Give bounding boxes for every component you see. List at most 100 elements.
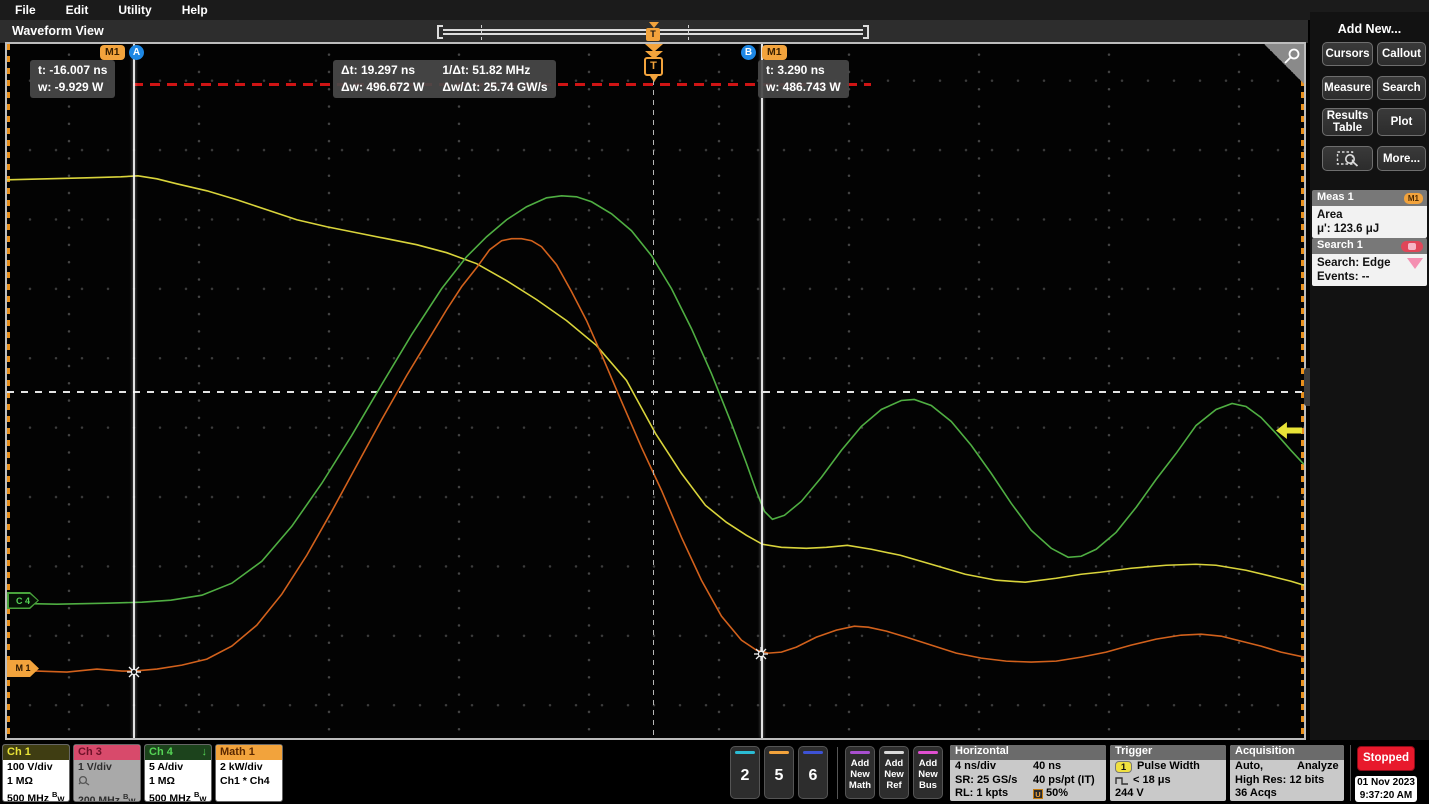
ch4-impedance: 1 MΩ — [149, 775, 207, 789]
waveform-plot[interactable]: T M1 A B M1 t: -16.007 ns w: -9.929 W Δt… — [5, 42, 1306, 740]
magnifier-icon — [1282, 46, 1302, 66]
cursor-delta-readout: Δt: 19.297 ns 1/Δt: 51.82 MHz Δw: 496.67… — [333, 60, 556, 98]
cursor-b-value: w: 486.743 W — [766, 79, 841, 96]
trigger-condition: < 18 μs — [1133, 774, 1171, 788]
search-mark-icon — [1407, 258, 1423, 269]
cursor-b-source-badge[interactable]: M1 — [762, 45, 787, 60]
trigger-level: 244 V — [1110, 787, 1226, 801]
ch1-bandwidth: 500 MHz BW — [7, 788, 65, 802]
ch4-trace[interactable] — [7, 196, 1304, 604]
trigger-source-badge: 1 — [1115, 761, 1132, 773]
cursor-a-source-badge[interactable]: M1 — [100, 45, 125, 60]
trigger-title: Trigger — [1110, 745, 1226, 760]
trigger-position-marker[interactable]: T — [643, 44, 665, 82]
ch3-bandwidth: 200 MHz BW — [78, 790, 136, 802]
menu-item-utility[interactable]: Utility — [118, 3, 151, 17]
time-label: 9:37:20 AM — [1355, 790, 1417, 803]
sample-resolution: 40 ps/pt (IT) — [1033, 774, 1095, 788]
ch3-label: Ch 3 — [74, 745, 140, 760]
math1-label: Math 1 — [216, 745, 282, 760]
acquisition-mode: Auto, — [1235, 760, 1297, 774]
cursor-a-time: t: -16.007 ns — [38, 62, 107, 79]
math1-trace[interactable] — [7, 239, 1304, 672]
minimap-right-bracket — [863, 25, 869, 39]
datetime-display: 01 Nov 2023 9:37:20 AM — [1355, 776, 1417, 802]
bottom-bar: Ch 1 100 V/div 1 MΩ 500 MHz BW Ch 3 1 V/… — [0, 741, 1429, 804]
add-new-header: Add New... — [1310, 22, 1429, 36]
ch6-button[interactable]: 6 — [798, 746, 828, 799]
meas1-value: μ': 123.6 μJ — [1317, 222, 1422, 236]
ch4-zero-label: C 4 — [9, 594, 38, 608]
menu-item-file[interactable]: File — [15, 3, 36, 17]
ch1-scale: 100 V/div — [7, 761, 65, 775]
record-length: RL: 1 kpts — [955, 787, 1033, 801]
waveform-view-tab[interactable]: Waveform View — [12, 24, 104, 38]
search1-title: Search 1 — [1317, 239, 1363, 251]
trigger-position-line — [653, 80, 654, 738]
more-button[interactable]: More... — [1377, 146, 1426, 171]
ch1-impedance: 1 MΩ — [7, 775, 65, 789]
cursor-b-line[interactable] — [761, 44, 763, 738]
zoom-select-button[interactable] — [1322, 146, 1373, 171]
cursors-button[interactable]: Cursors — [1322, 42, 1373, 66]
minimap-trigger-t-badge: T — [646, 28, 660, 41]
math1-badge[interactable]: Math 1 2 kW/div Ch1 * Ch4 — [215, 744, 283, 802]
menu-bar: File Edit Utility Help — [0, 0, 1429, 20]
ch1-badge[interactable]: Ch 1 100 V/div 1 MΩ 500 MHz BW — [2, 744, 70, 802]
acquisition-overview-minimap[interactable]: T — [437, 23, 869, 43]
search1-card[interactable]: Search 1 Search: Edge Events: -- — [1312, 238, 1427, 286]
add-new-bus-button[interactable]: AddNewBus — [913, 746, 943, 799]
run-stop-button[interactable]: Stopped — [1357, 746, 1415, 771]
ch4-bandwidth: 500 MHz BW — [149, 788, 207, 802]
meas1-title: Meas 1 — [1317, 191, 1354, 203]
minimap-trigger-flag[interactable]: T — [646, 24, 661, 41]
callout-button[interactable]: Callout — [1377, 42, 1426, 66]
menu-item-help[interactable]: Help — [182, 3, 208, 17]
ch4-label: Ch 4 — [149, 746, 173, 760]
menu-item-edit[interactable]: Edit — [66, 3, 89, 17]
cursor-b-readout: t: 3.290 ns w: 486.743 W — [758, 60, 849, 98]
zoom-corner-control[interactable] — [1264, 44, 1304, 84]
ch4-badge[interactable]: Ch 4 ↓ 5 A/div 1 MΩ 500 MHz BW — [144, 744, 212, 802]
ch1-label: Ch 1 — [3, 745, 69, 760]
plot-button[interactable]: Plot — [1377, 108, 1426, 136]
date-label: 01 Nov 2023 — [1355, 777, 1417, 790]
trigger-pin-icon — [650, 76, 658, 82]
trigger-t-badge: T — [644, 57, 663, 76]
measure-button[interactable]: Measure — [1322, 76, 1373, 100]
acquisition-analyze: Analyze — [1297, 760, 1339, 774]
cursor-b-waveform-marker — [754, 647, 768, 661]
cursor-b-badge[interactable]: B — [741, 45, 756, 60]
cursor-a-line[interactable] — [133, 44, 135, 738]
inverse-delta-t: 1/Δt: 51.82 MHz — [442, 62, 547, 79]
acquisition-title: Acquisition — [1230, 745, 1344, 760]
cursor-a-value: w: -9.929 W — [38, 79, 107, 96]
ch5-button[interactable]: 5 — [764, 746, 794, 799]
cursor-b-time: t: 3.290 ns — [766, 62, 841, 79]
cursor-a-readout: t: -16.007 ns w: -9.929 W — [30, 60, 115, 98]
acquisition-detail: High Res: 12 bits — [1230, 774, 1344, 788]
acquisition-count: 36 Acqs — [1230, 787, 1344, 801]
divider — [1350, 745, 1351, 801]
delta-t: Δt: 19.297 ns — [341, 62, 424, 79]
ch1-trace[interactable] — [7, 176, 1304, 585]
search-button[interactable]: Search — [1377, 76, 1426, 100]
meas1-card[interactable]: Meas 1 M1 Area μ': 123.6 μJ — [1312, 190, 1427, 238]
minimap-cursor-b-tick — [688, 25, 689, 40]
horizontal-window: 40 ns — [1033, 760, 1061, 774]
cursor-a-badge[interactable]: A — [129, 45, 144, 60]
ch3-badge[interactable]: Ch 3 1 V/div 200 MHz BW — [73, 744, 141, 802]
search1-events: Events: -- — [1317, 270, 1422, 284]
tab-bar: Waveform View T — [0, 20, 1308, 43]
add-new-math-button[interactable]: AddNewMath — [845, 746, 875, 799]
ch4-offset-arrow-icon: ↓ — [202, 746, 208, 760]
horizontal-scale: 4 ns/div — [955, 760, 1033, 774]
ch3-probe-icon — [78, 775, 136, 791]
add-new-ref-button[interactable]: AddNewRef — [879, 746, 909, 799]
horizontal-panel[interactable]: Horizontal 4 ns/div40 ns SR: 25 GS/s40 p… — [950, 745, 1106, 801]
cursor-a-waveform-marker — [127, 665, 141, 679]
results-table-button[interactable]: Results Table — [1322, 108, 1373, 136]
ch2-button[interactable]: 2 — [730, 746, 760, 799]
trigger-panel[interactable]: Trigger 1Pulse Width < 18 μs 244 V — [1110, 745, 1226, 801]
acquisition-panel[interactable]: Acquisition Auto,Analyze High Res: 12 bi… — [1230, 745, 1344, 801]
